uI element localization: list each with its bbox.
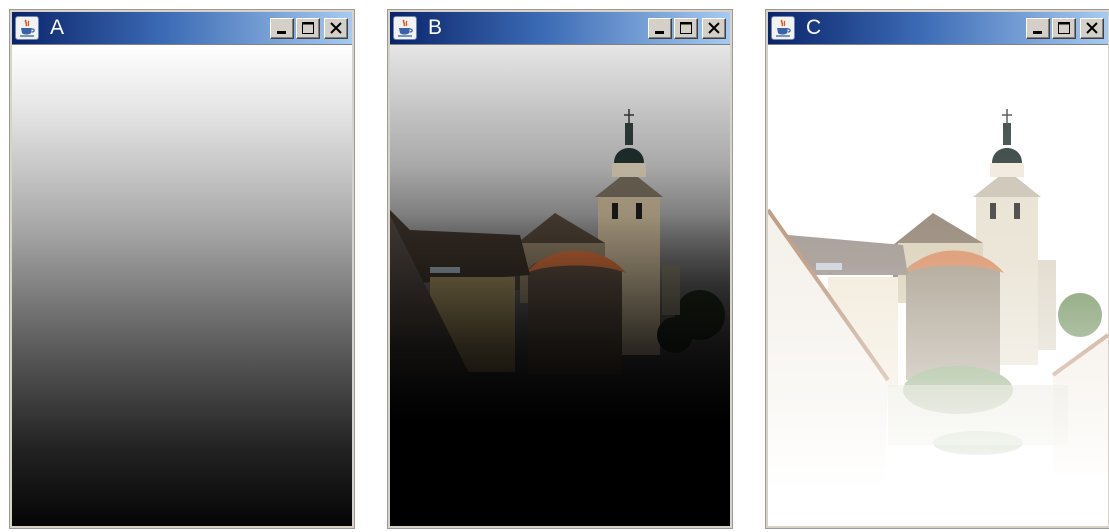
- window-c-titlebar[interactable]: C: [768, 12, 1108, 44]
- window-a-content: [12, 44, 352, 526]
- java-cup-icon[interactable]: [771, 16, 795, 40]
- maximize-button[interactable]: [296, 18, 320, 39]
- java-cup-icon[interactable]: [393, 16, 417, 40]
- window-title: B: [428, 16, 443, 39]
- close-button[interactable]: [324, 18, 348, 39]
- gradient-image: [12, 45, 352, 526]
- maximize-icon: [680, 22, 692, 34]
- window-b-content: [390, 44, 730, 526]
- minimize-icon: [277, 31, 286, 34]
- close-button[interactable]: [702, 18, 726, 39]
- window-c-content: [768, 44, 1108, 526]
- window-b-titlebar[interactable]: B: [390, 12, 730, 44]
- maximize-icon: [302, 22, 314, 34]
- close-icon: [1086, 22, 1098, 34]
- church-photo-darkened: [390, 45, 730, 526]
- java-cup-icon[interactable]: [15, 16, 39, 40]
- maximize-button[interactable]: [1052, 18, 1076, 39]
- minimize-button[interactable]: [648, 18, 672, 39]
- window-a[interactable]: A: [9, 9, 355, 529]
- window-a-titlebar[interactable]: A: [12, 12, 352, 44]
- close-icon: [330, 22, 342, 34]
- minimize-icon: [655, 31, 664, 34]
- maximize-icon: [1058, 22, 1070, 34]
- window-title: C: [806, 16, 822, 39]
- church-photo-faded: [768, 45, 1108, 526]
- close-button[interactable]: [1080, 18, 1104, 39]
- minimize-button[interactable]: [270, 18, 294, 39]
- maximize-button[interactable]: [674, 18, 698, 39]
- close-icon: [708, 22, 720, 34]
- window-b[interactable]: B: [387, 9, 733, 529]
- minimize-button[interactable]: [1026, 18, 1050, 39]
- window-c[interactable]: C: [765, 9, 1109, 529]
- minimize-icon: [1033, 31, 1042, 34]
- window-title: A: [50, 16, 65, 39]
